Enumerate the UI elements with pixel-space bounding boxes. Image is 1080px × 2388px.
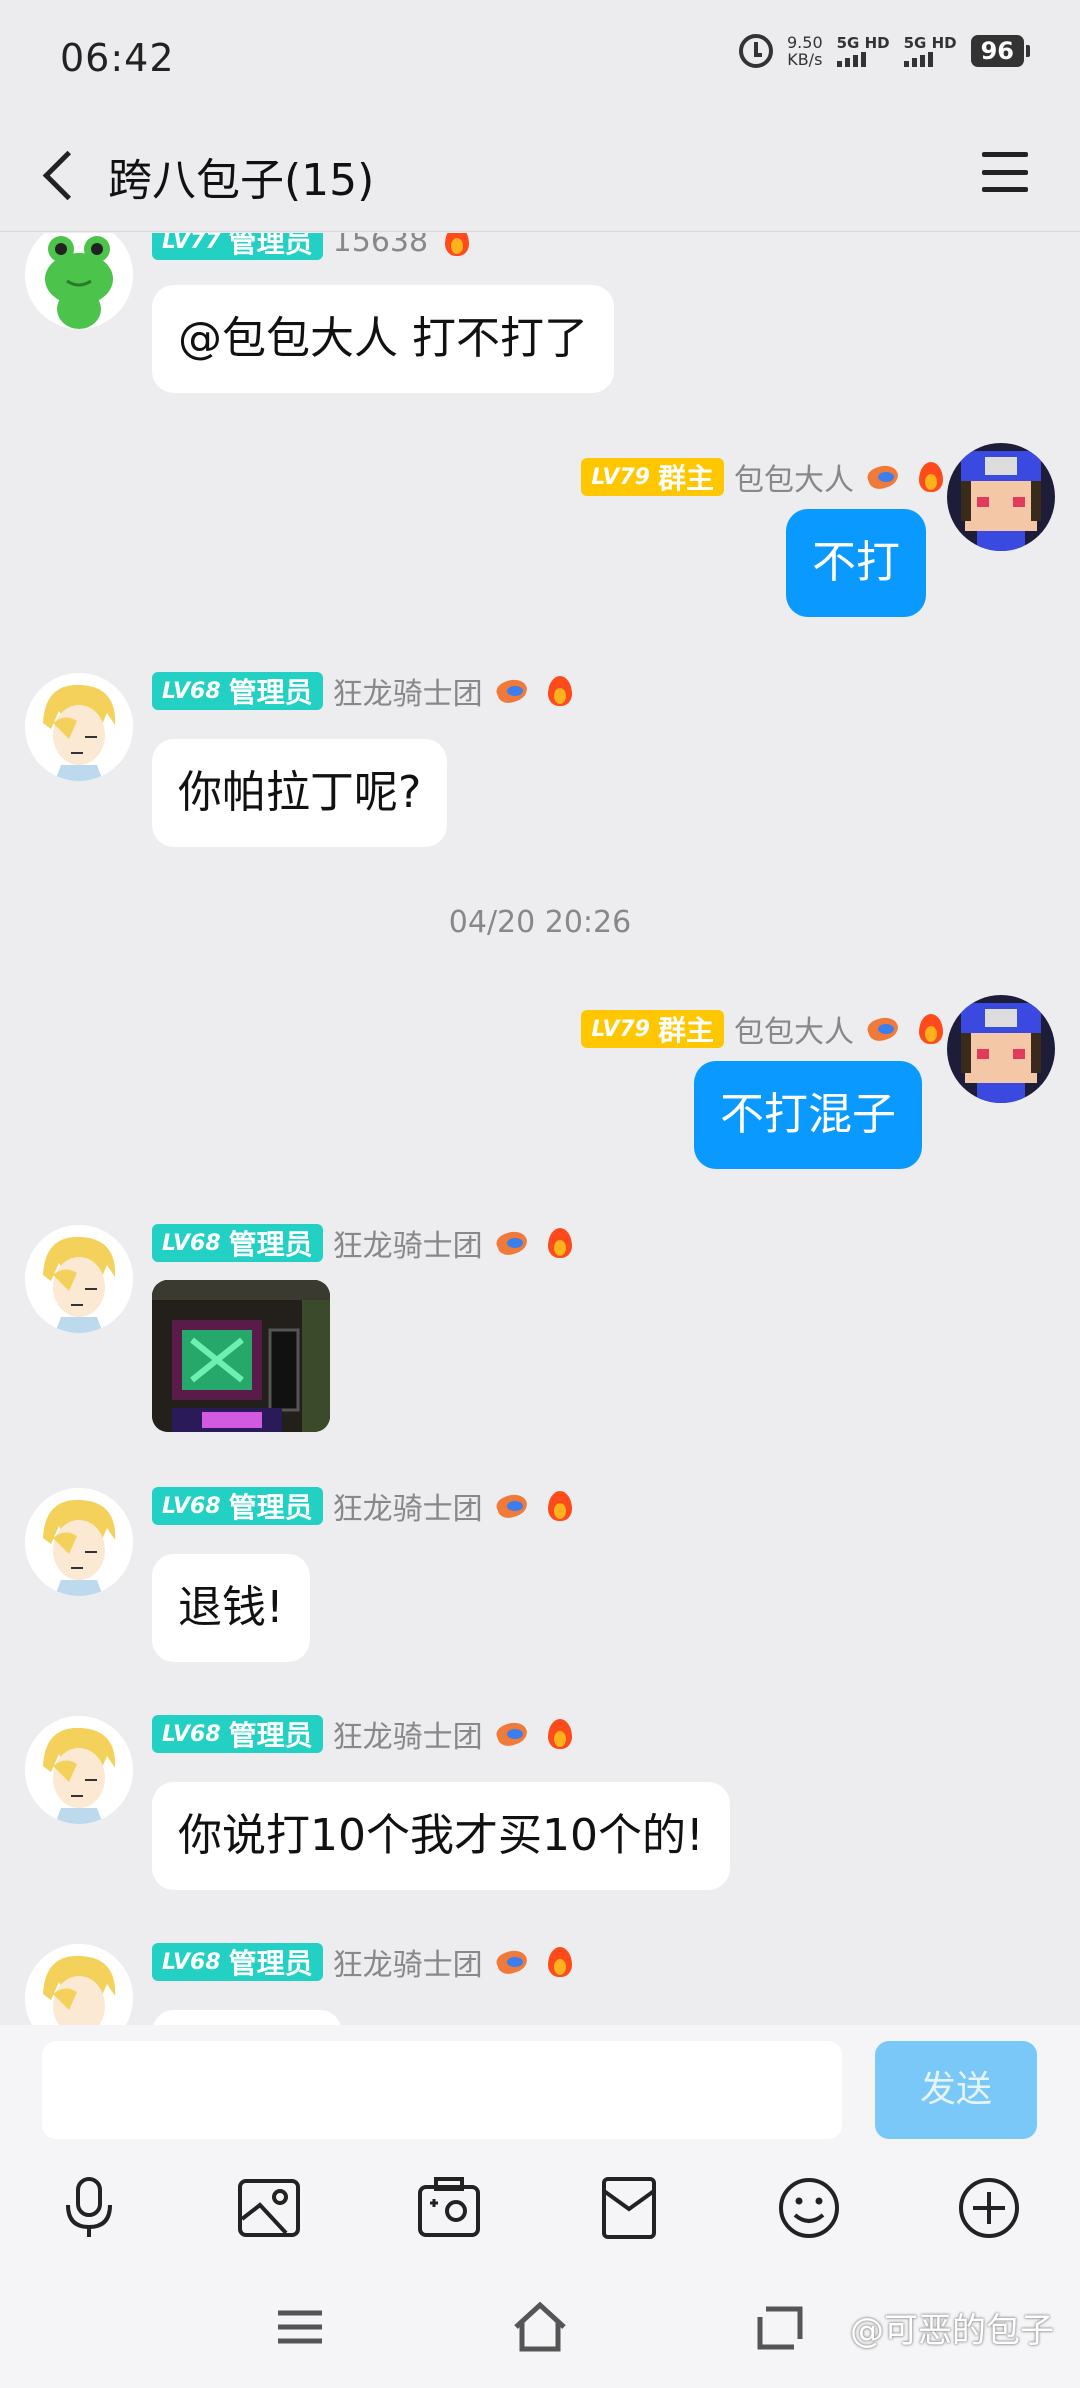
alarm-icon — [739, 34, 773, 68]
admin-badge: LV68 管理员 — [152, 1943, 323, 1981]
sim2-label: 5G HD — [903, 34, 957, 52]
microphone-icon[interactable] — [56, 2175, 122, 2241]
status-icons: 9.50 KB/s 5G HD 5G HD 96 — [739, 34, 1031, 68]
sender-meta: LV68 管理员 狂龙骑士团 — [152, 1223, 579, 1264]
fire-icon — [541, 1487, 579, 1525]
owner-badge: LV79 群主 — [581, 1010, 724, 1048]
owner-badge: LV79 群主 — [581, 458, 724, 496]
dragon-icon — [493, 672, 531, 710]
network-speed-unit: KB/s — [787, 50, 823, 69]
message-bubble[interactable]: 不打混子 — [694, 1061, 922, 1169]
message-bubble[interactable]: 你帕拉丁呢? — [152, 739, 448, 847]
watermark: @可恶的包子 — [850, 2311, 1054, 2351]
avatar[interactable] — [25, 1716, 133, 1824]
input-toolbar — [0, 2155, 1080, 2265]
message-bubble[interactable]: 不打 — [786, 509, 926, 617]
sender-meta: LV79 群主 包包大人 — [581, 457, 950, 498]
sender-meta: LV68 管理员 狂龙骑士团 — [152, 1714, 579, 1755]
sender-name: 15638 — [332, 233, 429, 259]
image-message[interactable] — [152, 1280, 330, 1432]
sim1-label: 5G HD — [836, 34, 890, 52]
message-bubble[interactable]: 退钱! — [152, 1554, 310, 1662]
chat-header: 跨八包子(15) — [0, 116, 1080, 232]
admin-badge: LV68 管理员 — [152, 1224, 323, 1262]
plus-icon[interactable] — [956, 2175, 1022, 2241]
back-icon[interactable] — [34, 144, 94, 204]
image-icon[interactable] — [236, 2175, 302, 2241]
send-button[interactable]: 发送 — [875, 2041, 1037, 2139]
sender-name: 狂龙骑士团 — [332, 1492, 483, 1527]
sender-name: 狂龙骑士团 — [332, 677, 483, 712]
dragon-icon — [493, 1487, 531, 1525]
fire-icon — [438, 233, 476, 260]
admin-badge: LV68 管理员 — [152, 1715, 323, 1753]
signal-sim1: 5G HD — [836, 34, 890, 67]
sender-name: 狂龙骑士团 — [332, 1720, 483, 1755]
dragon-icon — [493, 1224, 531, 1262]
back-nav-icon[interactable] — [750, 2299, 810, 2355]
sender-name: 包包大人 — [734, 1015, 854, 1050]
dragon-icon — [864, 1010, 902, 1048]
admin-badge: LV68 管理员 — [152, 1487, 323, 1525]
fire-icon — [541, 1224, 579, 1262]
chat-title: 跨八包子(15) — [108, 155, 375, 206]
emoji-icon[interactable] — [776, 2175, 842, 2241]
battery-indicator: 96 — [970, 35, 1031, 67]
fire-icon — [541, 1715, 579, 1753]
fire-icon — [541, 1943, 579, 1981]
sender-name: 狂龙骑士团 — [332, 1229, 483, 1264]
sender-meta: LV77 管理员 15638 — [152, 233, 476, 261]
avatar[interactable] — [25, 233, 133, 329]
signal-bars-icon — [903, 51, 933, 67]
dragon-icon — [493, 1943, 531, 1981]
fire-icon — [912, 1010, 950, 1048]
dragon-icon — [493, 1715, 531, 1753]
avatar[interactable] — [25, 1944, 133, 2025]
sender-meta: LV68 管理员 狂龙骑士团 — [152, 671, 579, 712]
avatar[interactable] — [25, 673, 133, 781]
message-input[interactable] — [42, 2041, 842, 2139]
avatar[interactable] — [947, 995, 1055, 1103]
dragon-icon — [864, 458, 902, 496]
red-packet-icon[interactable] — [596, 2175, 662, 2241]
status-bar: 06:42 9.50 KB/s 5G HD 5G HD 96 — [0, 0, 1080, 116]
avatar[interactable] — [947, 443, 1055, 551]
sender-meta: LV79 群主 包包大人 — [581, 1009, 950, 1050]
message-list[interactable]: LV77 管理员 15638 @包包大人 打不打了 LV79 群主 包包大人 不打 — [0, 233, 1080, 2025]
message-bubble[interactable]: 你说打10个我才买10个的! — [152, 1782, 730, 1890]
status-time: 06:42 — [60, 36, 175, 80]
admin-badge: LV68 管理员 — [152, 672, 323, 710]
network-speed: 9.50 KB/s — [787, 34, 823, 68]
home-icon[interactable] — [510, 2299, 570, 2355]
avatar[interactable] — [25, 1225, 133, 1333]
sender-meta: LV68 管理员 狂龙骑士团 — [152, 1486, 579, 1527]
sender-meta: LV68 管理员 狂龙骑士团 — [152, 1942, 579, 1983]
message-timestamp: 04/20 20:26 — [448, 905, 632, 940]
input-bar: 发送 — [0, 2025, 1080, 2155]
avatar[interactable] — [25, 1488, 133, 1596]
menu-icon[interactable] — [982, 152, 1028, 192]
message-bubble[interactable] — [152, 2010, 342, 2025]
message-bubble[interactable]: @包包大人 打不打了 — [152, 285, 614, 393]
sender-name: 狂龙骑士团 — [332, 1948, 483, 1983]
recent-apps-icon[interactable] — [270, 2299, 330, 2355]
signal-sim2: 5G HD — [903, 34, 957, 67]
sender-name: 包包大人 — [734, 463, 854, 498]
camera-icon[interactable] — [416, 2175, 482, 2241]
admin-badge: LV77 管理员 — [152, 233, 323, 260]
fire-icon — [912, 458, 950, 496]
fire-icon — [541, 672, 579, 710]
signal-bars-icon — [836, 51, 866, 67]
